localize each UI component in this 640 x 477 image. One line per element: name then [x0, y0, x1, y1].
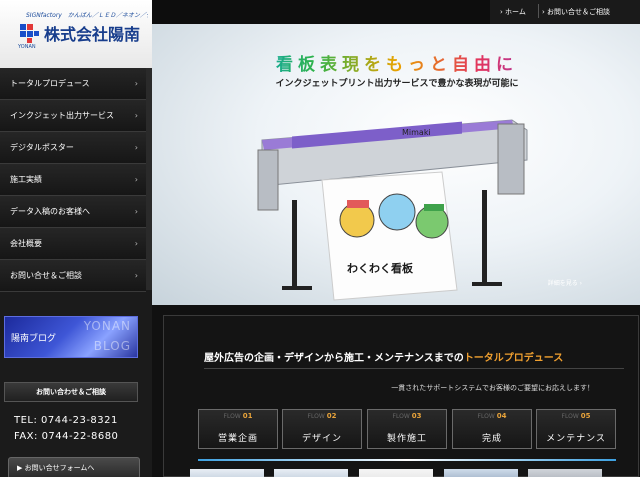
chevron-right-icon: › [134, 143, 138, 152]
flow-step-label: 製作施工 [386, 434, 427, 444]
flow-number: 02 [326, 412, 337, 420]
logo[interactable]: SIGNfactory かんばん／ＬＥＤ／ネオン／デジサイン 株式会社陽南 YO… [0, 0, 152, 68]
blog-banner-en1: YONAN [83, 319, 131, 333]
flow-thumbnail[interactable] [444, 469, 518, 477]
section-heading: 屋外広告の企画・デザインから施工・メンテナンスまでのトータルプロデュース [204, 349, 563, 364]
flow-number: 03 [411, 412, 422, 420]
flow-thumbnail[interactable] [190, 469, 264, 477]
hero-title: 看板表現をもっと自由に [232, 50, 562, 75]
flow-tag: FLOW [561, 413, 579, 420]
sidebar-item-works[interactable]: 施工実績 › [0, 164, 146, 196]
flow-step-label: 営業企画 [217, 434, 258, 444]
printer-brand: Mimaki [402, 128, 431, 137]
phone-number: TEL: 0744-23-8321 [14, 415, 118, 426]
banner-print-text: わくわく看板 [347, 261, 414, 275]
flow-steps: FLOW 01 営業企画 FLOW 02 デザイン FLOW 03 製作施工 F… [198, 409, 616, 449]
home-link-label: ホーム [505, 8, 526, 16]
section-heading-text: 屋外広告の企画・デザインから施工・メンテナンスまでの [204, 353, 464, 364]
logo-tagline: SIGNfactory かんばん／ＬＥＤ／ネオン／デジサイン [26, 12, 148, 19]
contact-form-button[interactable]: ▶ お問い合せフォームへ [8, 457, 140, 477]
home-link[interactable]: › ホーム [500, 7, 526, 17]
flow-step-tag: FLOW 05 [537, 412, 615, 420]
logo-caption: YONAN [18, 44, 36, 50]
flow-step-3[interactable]: FLOW 03 製作施工 [367, 409, 447, 449]
top-utility-bar: › ホーム › お問い合せ＆ご相談 [490, 0, 640, 24]
hero-banner[interactable]: 看板表現をもっと自由に インクジェットプリント出力サービスで豊かな表現が可能に … [152, 24, 640, 305]
flow-step-tag: FLOW 04 [453, 412, 531, 420]
blog-banner-title: 陽南ブログ [11, 334, 57, 344]
flow-number: 01 [242, 412, 253, 420]
heading-underline [204, 368, 624, 369]
logo-mark-icon [20, 24, 39, 43]
flow-connector-line [198, 459, 616, 461]
flow-step-tag: FLOW 02 [283, 412, 361, 420]
hero-subtitle: インクジェットプリント出力サービスで豊かな表現が可能に [275, 79, 519, 89]
chevron-right-icon: › [134, 239, 138, 248]
sidebar-item-label: インクジェット出力サービス [10, 111, 114, 120]
chevron-right-icon: › [134, 79, 138, 88]
flow-number: 05 [580, 412, 591, 420]
printer-illustration: Mimaki わくわく看板 [257, 119, 528, 301]
sidebar-item-label: お問い合せ＆ご相談 [10, 271, 82, 280]
contact-link[interactable]: › お問い合せ＆ご相談 [542, 7, 610, 17]
contact-link-label: お問い合せ＆ご相談 [547, 8, 611, 16]
main-content: 屋外広告の企画・デザインから施工・メンテナンスまでのトータルプロデュース 一貫さ… [152, 305, 640, 477]
section-subtitle: 一貫されたサポートシステムでお客様のご要望にお応えします！ [391, 384, 594, 392]
sidebar-item-contact[interactable]: お問い合せ＆ご相談 › [0, 260, 146, 292]
chevron-right-icon: › [134, 175, 138, 184]
flow-tag: FLOW [477, 413, 495, 420]
flow-thumbnail[interactable] [528, 469, 602, 477]
flow-step-label: メンテナンス [546, 434, 606, 444]
flow-step-label: デザイン [301, 434, 342, 444]
left-sidebar: SIGNfactory かんばん／ＬＥＤ／ネオン／デジサイン 株式会社陽南 YO… [0, 0, 152, 477]
flow-step-tag: FLOW 03 [368, 412, 446, 420]
sidebar-nav: トータルプロデュース › インクジェット出力サービス › デジタルポスター › 施工実… [0, 68, 146, 292]
sidebar-item-total-produce[interactable]: トータルプロデュース › [0, 68, 146, 100]
blog-banner-en2: BLOG [93, 339, 131, 353]
fax-number: FAX: 0744-22-8680 [14, 431, 119, 442]
sidebar-item-label: トータルプロデュース [10, 79, 90, 88]
sidebar-item-label: 施工実績 [10, 175, 42, 184]
flow-tag: FLOW [223, 413, 241, 420]
section-heading-highlight: トータルプロデュース [463, 353, 564, 364]
company-name: 株式会社陽南 [44, 25, 141, 44]
produce-section: 屋外広告の企画・デザインから施工・メンテナンスまでのトータルプロデュース 一貫さ… [163, 315, 639, 477]
blog-banner[interactable]: YONAN 陽南ブログ BLOG [4, 316, 138, 358]
flow-step-1[interactable]: FLOW 01 営業企画 [198, 409, 278, 449]
flow-tag: FLOW [392, 413, 410, 420]
flow-step-5[interactable]: FLOW 05 メンテナンス [536, 409, 616, 449]
divider [538, 4, 539, 18]
sidebar-item-label: データ入稿のお客様へ [10, 207, 90, 216]
chevron-right-icon: › [134, 271, 138, 280]
sidebar-item-digital-poster[interactable]: デジタルポスター › [0, 132, 146, 164]
flow-thumbnail[interactable] [359, 469, 433, 477]
hero-detail-link[interactable]: 詳細を見る › [548, 278, 582, 287]
sidebar-item-inkjet[interactable]: インクジェット出力サービス › [0, 100, 146, 132]
flow-thumbnail[interactable] [274, 469, 348, 477]
sidebar-item-data-submission[interactable]: データ入稿のお客様へ › [0, 196, 146, 228]
sidebar-item-company[interactable]: 会社概要 › [0, 228, 146, 260]
flow-step-4[interactable]: FLOW 04 完成 [452, 409, 532, 449]
sidebar-item-label: デジタルポスター [10, 143, 74, 152]
chevron-right-icon: › [134, 207, 138, 216]
contact-heading: お問い合わせ＆ご相談 [4, 382, 138, 402]
flow-step-label: 完成 [481, 434, 502, 444]
chevron-right-icon: › [134, 111, 138, 120]
flow-tag: FLOW [307, 413, 325, 420]
sidebar-item-label: 会社概要 [10, 239, 42, 248]
flow-step-tag: FLOW 01 [199, 412, 277, 420]
flow-step-2[interactable]: FLOW 02 デザイン [282, 409, 362, 449]
flow-number: 04 [496, 412, 507, 420]
